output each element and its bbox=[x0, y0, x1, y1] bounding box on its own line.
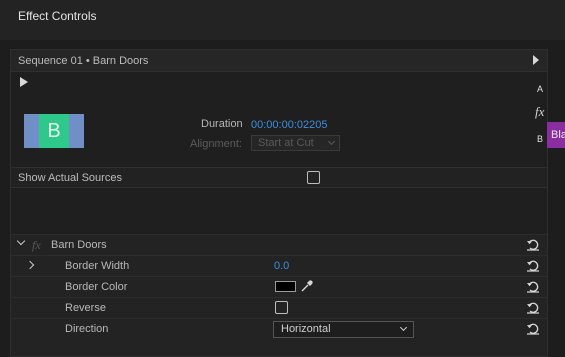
direction-value: Horizontal bbox=[281, 323, 331, 335]
show-actual-sources-checkbox[interactable] bbox=[307, 171, 320, 184]
fx-icon: fx bbox=[535, 104, 545, 119]
direction-label: Direction bbox=[65, 323, 109, 335]
reverse-row: Reverse bbox=[11, 297, 547, 318]
show-actual-sources-label: Show Actual Sources bbox=[18, 172, 122, 184]
sequence-label: Sequence 01 • Barn Doors bbox=[18, 55, 149, 67]
border-color-row: Border Color bbox=[11, 276, 547, 297]
reset-icon[interactable] bbox=[526, 280, 540, 293]
fx-toggle-icon[interactable]: fx bbox=[32, 238, 41, 253]
transition-clip[interactable]: Bla bbox=[547, 122, 565, 148]
empty-area bbox=[11, 188, 547, 234]
duration-value[interactable]: 00:00:00:02205 bbox=[251, 119, 327, 131]
direction-select[interactable]: Horizontal bbox=[273, 321, 414, 338]
direction-row: Direction Horizontal bbox=[11, 318, 547, 339]
effect-header-row: fx Barn Doors bbox=[11, 234, 547, 255]
panel-title[interactable]: Effect Controls bbox=[18, 9, 96, 23]
collapse-chevron-icon[interactable] bbox=[16, 236, 26, 246]
transition-preview-area: B Duration 00:00:00:02205 Alignment: Sta… bbox=[11, 72, 547, 167]
thumbnail-letter: B bbox=[39, 114, 69, 148]
chevron-down-icon bbox=[327, 137, 336, 146]
reverse-checkbox[interactable] bbox=[275, 301, 288, 314]
reset-icon[interactable] bbox=[526, 322, 540, 335]
eyedropper-icon[interactable] bbox=[300, 279, 314, 293]
expand-chevron-icon[interactable] bbox=[25, 260, 35, 270]
reset-icon[interactable] bbox=[526, 238, 540, 251]
panel-header: Effect Controls bbox=[0, 0, 565, 40]
duration-label: Duration bbox=[201, 118, 243, 130]
transition-thumbnail: B bbox=[24, 114, 84, 148]
alignment-label: Alignment: bbox=[190, 138, 242, 150]
reset-icon[interactable] bbox=[526, 301, 540, 314]
sequence-bar[interactable]: Sequence 01 • Barn Doors bbox=[11, 50, 547, 72]
show-actual-sources-row: Show Actual Sources bbox=[11, 167, 547, 188]
expand-timeline-icon[interactable] bbox=[533, 55, 539, 65]
play-icon[interactable] bbox=[20, 77, 28, 87]
reset-icon[interactable] bbox=[526, 259, 540, 272]
alignment-value: Start at Cut bbox=[258, 137, 314, 149]
effect-name: Barn Doors bbox=[51, 239, 107, 251]
chevron-down-icon bbox=[399, 323, 408, 332]
border-color-label: Border Color bbox=[65, 281, 128, 293]
track-b-label: B bbox=[537, 134, 544, 144]
alignment-select: Start at Cut bbox=[251, 135, 340, 151]
border-color-swatch[interactable] bbox=[275, 281, 296, 292]
border-width-row: Border Width 0.0 bbox=[11, 255, 547, 276]
reverse-label: Reverse bbox=[65, 302, 106, 314]
border-width-value[interactable]: 0.0 bbox=[274, 260, 289, 272]
effect-controls-content: Sequence 01 • Barn Doors B Duration 00:0… bbox=[10, 49, 548, 357]
track-a-label: A bbox=[537, 84, 544, 94]
border-width-label: Border Width bbox=[65, 260, 130, 272]
